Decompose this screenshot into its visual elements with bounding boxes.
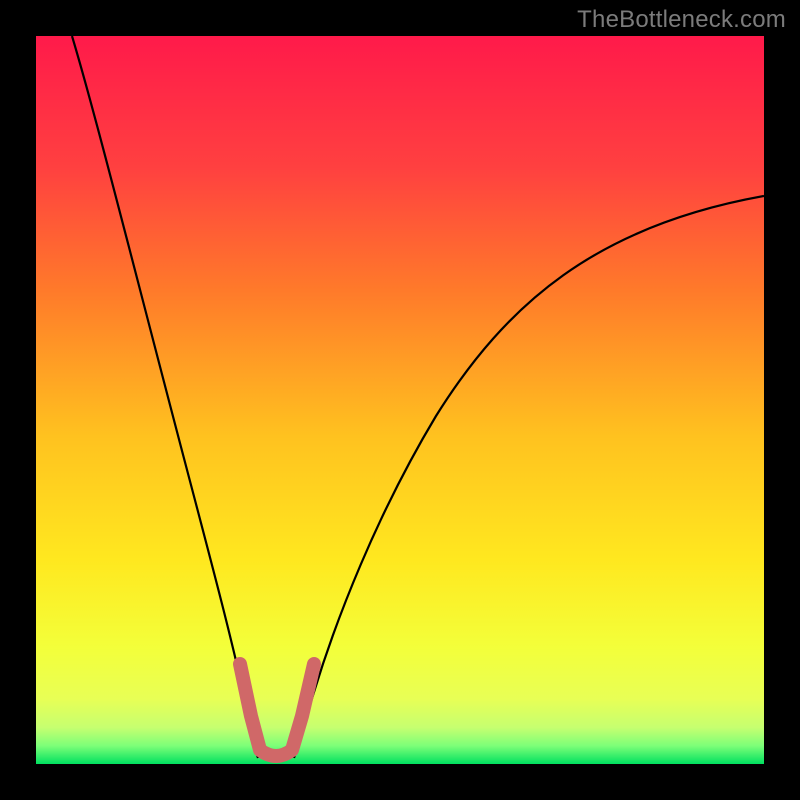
- watermark-text: TheBottleneck.com: [577, 6, 786, 34]
- chart-frame: TheBottleneck.com: [0, 0, 800, 800]
- gradient-background: [36, 36, 764, 764]
- plot-svg: [36, 36, 764, 764]
- plot-area: [36, 36, 764, 764]
